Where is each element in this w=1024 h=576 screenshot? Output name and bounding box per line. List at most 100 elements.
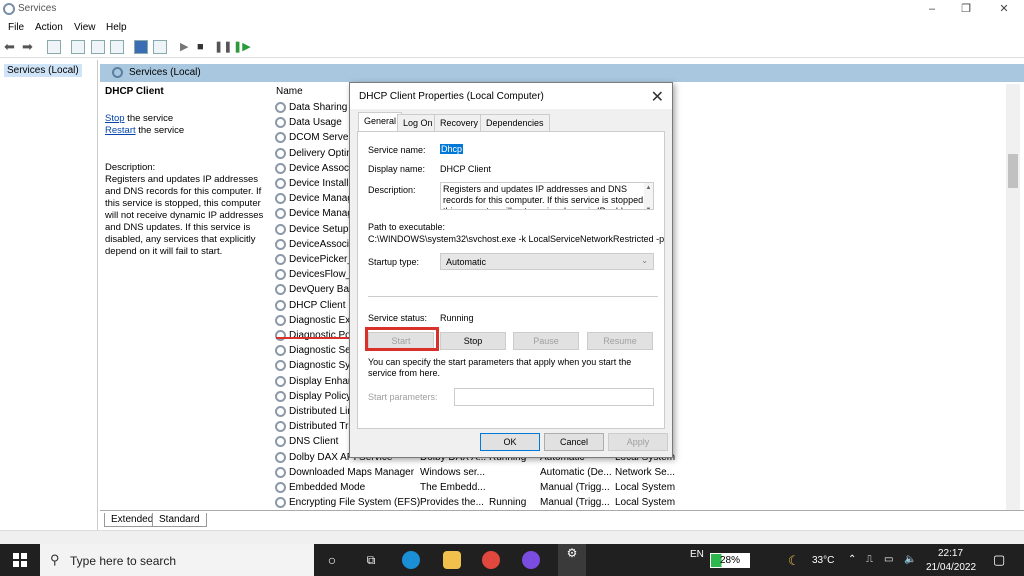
table-row[interactable]: Encrypting File System (EFS) Provides the… [274, 495, 694, 510]
tab-log-on[interactable]: Log On [397, 114, 439, 131]
show-hide-console-tree-icon[interactable] [47, 40, 61, 54]
tab-general[interactable]: General [358, 112, 403, 132]
export-list-icon[interactable] [110, 40, 124, 54]
startup-type-value: Automatic [446, 257, 487, 267]
service-gear-icon [275, 330, 286, 341]
menu-action[interactable]: Action [35, 22, 63, 33]
task-view-icon[interactable]: ⧉ [362, 551, 380, 569]
description-pane: DHCP Client Stop the service Restart the… [105, 84, 265, 334]
console-tree: Services (Local) [0, 60, 98, 544]
restart-link[interactable]: Restart [105, 125, 136, 136]
ok-button[interactable]: OK [480, 433, 540, 451]
scrollbar-thumb[interactable] [1008, 154, 1018, 188]
tab-recovery[interactable]: Recovery [434, 114, 485, 131]
apply-button[interactable]: Apply [608, 433, 668, 451]
restart-line: Restart the service [105, 125, 184, 136]
vertical-scrollbar[interactable] [1006, 84, 1020, 526]
service-gear-icon [275, 132, 286, 144]
service-gear-icon [275, 284, 286, 296]
windows-start-icon[interactable] [13, 553, 27, 567]
table-row[interactable]: Embedded Mode The Embedd... Manual (Trigg.… [274, 480, 694, 495]
canva-icon[interactable] [522, 551, 540, 569]
menu-file[interactable]: File [8, 22, 24, 33]
startup-type-select[interactable]: Automatic ⌄ [440, 253, 654, 270]
taskbar-search-box[interactable]: ⚲ Type here to search [40, 544, 314, 576]
service-status-value: Running [440, 313, 474, 323]
services-taskbar-icon[interactable]: ⚙ [558, 544, 586, 576]
language-indicator[interactable]: EN [690, 549, 704, 560]
network-icon[interactable]: ⎍ [866, 554, 873, 565]
volume-icon[interactable]: 🔈 [904, 554, 916, 565]
battery-indicator[interactable]: 28% [710, 553, 750, 568]
properties-dialog: DHCP Client Properties (Local Computer) … [349, 82, 673, 458]
start-params-label: Start parameters: [368, 392, 438, 402]
clock-date[interactable]: 21/04/2022 [926, 562, 976, 573]
restore-icon[interactable]: ❐ [950, 0, 982, 19]
service-gear-icon [275, 162, 286, 174]
service-gear-icon [275, 436, 286, 448]
clock-time[interactable]: 22:17 [938, 548, 963, 559]
service-name-cell: Downloaded Maps Manager [289, 466, 415, 478]
service-gear-icon [275, 451, 286, 463]
service-gear-icon [275, 102, 286, 113]
show-action-pane-icon[interactable] [153, 40, 167, 54]
weather-moon-icon[interactable]: ☾ [788, 553, 800, 569]
service-gear-icon [275, 299, 286, 311]
service-gear-icon [275, 375, 286, 387]
edge-browser-icon[interactable] [402, 551, 420, 569]
notifications-icon[interactable]: ▢ [993, 552, 1005, 568]
stop-link[interactable]: Stop [105, 113, 125, 124]
minimize-icon[interactable]: – [916, 0, 948, 19]
chrome-icon[interactable] [482, 551, 500, 569]
service-description-cell: Windows ser... [420, 466, 486, 478]
service-name-cell: DHCP Client [289, 299, 346, 311]
service-name-value[interactable]: Dhcp [440, 144, 464, 154]
search-placeholder: Type here to search [70, 554, 177, 568]
column-header-name[interactable]: Name [276, 86, 303, 97]
service-gear-icon [275, 345, 286, 357]
cortana-icon[interactable]: ○ [323, 551, 341, 569]
pause-button[interactable]: Pause [513, 332, 579, 350]
battery-plug-icon[interactable]: ▭ [884, 554, 893, 565]
service-name-cell: Data Sharing S [289, 102, 357, 113]
service-name-cell: Data Usage [289, 117, 342, 129]
start-service-icon[interactable]: ▶ [180, 40, 188, 54]
dialog-close-icon[interactable]: ✕ [651, 87, 664, 107]
close-icon[interactable]: ✕ [988, 0, 1020, 19]
menu-view[interactable]: View [74, 22, 96, 33]
service-name-cell: Diagnostic Ser [289, 345, 355, 357]
tree-node-services-local[interactable]: Services (Local) [4, 64, 82, 77]
table-row[interactable]: Downloaded Maps Manager Windows ser... Aut… [274, 465, 694, 480]
menu-help[interactable]: Help [106, 22, 127, 33]
pause-service-icon[interactable]: ❚❚ [214, 40, 232, 54]
path-value: C:\WINDOWS\system32\svchost.exe -k Local… [368, 234, 665, 244]
resume-button[interactable]: Resume [587, 332, 653, 350]
display-name-value: DHCP Client [440, 164, 491, 174]
help-icon[interactable] [134, 40, 148, 54]
service-gear-icon [275, 466, 286, 478]
view-tabs: Extended Standard [100, 510, 1024, 530]
restart-service-icon[interactable]: ❚▶ [233, 40, 251, 54]
service-name-cell: Device Install S [289, 178, 358, 189]
stop-service-icon[interactable]: ■ [197, 40, 204, 54]
start-params-input[interactable] [454, 388, 654, 406]
properties-icon[interactable] [71, 40, 85, 54]
annotation-highlight-box [365, 327, 439, 351]
stop-button[interactable]: Stop [440, 332, 506, 350]
description-textbox[interactable]: Registers and updates IP addresses and D… [440, 182, 654, 210]
description-text: Registers and updates IP addresses and D… [105, 174, 264, 257]
service-status-label: Service status: [368, 313, 428, 323]
weather-temperature[interactable]: 33°C [812, 555, 834, 566]
service-gear-icon [275, 254, 286, 265]
forward-arrow-icon[interactable]: ➡ [22, 40, 33, 54]
refresh-icon[interactable] [91, 40, 105, 54]
back-arrow-icon[interactable]: ⬅ [4, 40, 15, 54]
tab-dependencies[interactable]: Dependencies [480, 114, 550, 131]
tab-standard[interactable]: Standard [152, 513, 207, 527]
file-explorer-icon[interactable] [443, 551, 461, 569]
textbox-scroll-icon[interactable]: ▲ ▼ [644, 183, 653, 209]
selected-service-name: DHCP Client [105, 86, 164, 97]
service-gear-icon [275, 406, 286, 417]
chevron-up-icon[interactable]: ⌃ [848, 554, 856, 565]
cancel-button[interactable]: Cancel [544, 433, 604, 451]
